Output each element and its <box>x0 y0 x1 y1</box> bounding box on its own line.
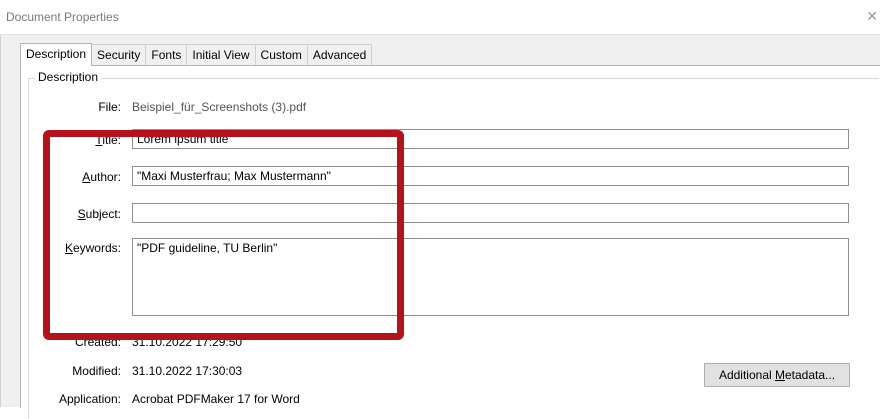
window-title: Document Properties <box>6 10 119 24</box>
keywords-field[interactable]: "PDF guideline, TU Berlin" <box>132 238 849 316</box>
application-value: Acrobat PDFMaker 17 for Word <box>132 392 300 406</box>
description-panel: Description File: Beispiel_für_Screensho… <box>20 65 880 419</box>
modified-label: Modified: <box>72 364 121 378</box>
created-label: Created: <box>74 335 121 349</box>
subject-label: Subject: <box>77 207 121 221</box>
tab-description[interactable]: Description <box>20 43 93 66</box>
title-bar: Document Properties ✕ <box>0 0 880 35</box>
application-label: Application: <box>58 392 121 406</box>
keywords-label: Keywords: <box>64 241 121 255</box>
title-field[interactable]: Lorem ipsum title <box>132 129 849 149</box>
dialog-content: Description Security Fonts Initial View … <box>0 35 880 419</box>
subject-field[interactable] <box>132 203 849 223</box>
tab-custom[interactable]: Custom <box>254 44 308 65</box>
tab-initial-view[interactable]: Initial View <box>186 44 256 65</box>
tab-security[interactable]: Security <box>91 44 147 65</box>
tab-fonts[interactable]: Fonts <box>145 44 188 65</box>
file-label: File: <box>98 100 121 114</box>
file-value: Beispiel_für_Screenshots (3).pdf <box>132 100 307 114</box>
author-field[interactable]: "Maxi Musterfrau; Max Mustermann" <box>132 166 849 186</box>
tab-strip: Description Security Fonts Initial View … <box>20 43 373 66</box>
close-icon[interactable]: ✕ <box>866 8 878 25</box>
group-title: Description <box>35 70 102 84</box>
tab-advanced[interactable]: Advanced <box>306 44 373 65</box>
title-label: Title: <box>95 133 121 147</box>
modified-value: 31.10.2022 17:30:03 <box>132 364 243 378</box>
author-label: Author: <box>82 170 121 184</box>
additional-metadata-button[interactable]: Additional Metadata... <box>704 363 850 387</box>
created-value: 31.10.2022 17:29:50 <box>132 335 243 349</box>
